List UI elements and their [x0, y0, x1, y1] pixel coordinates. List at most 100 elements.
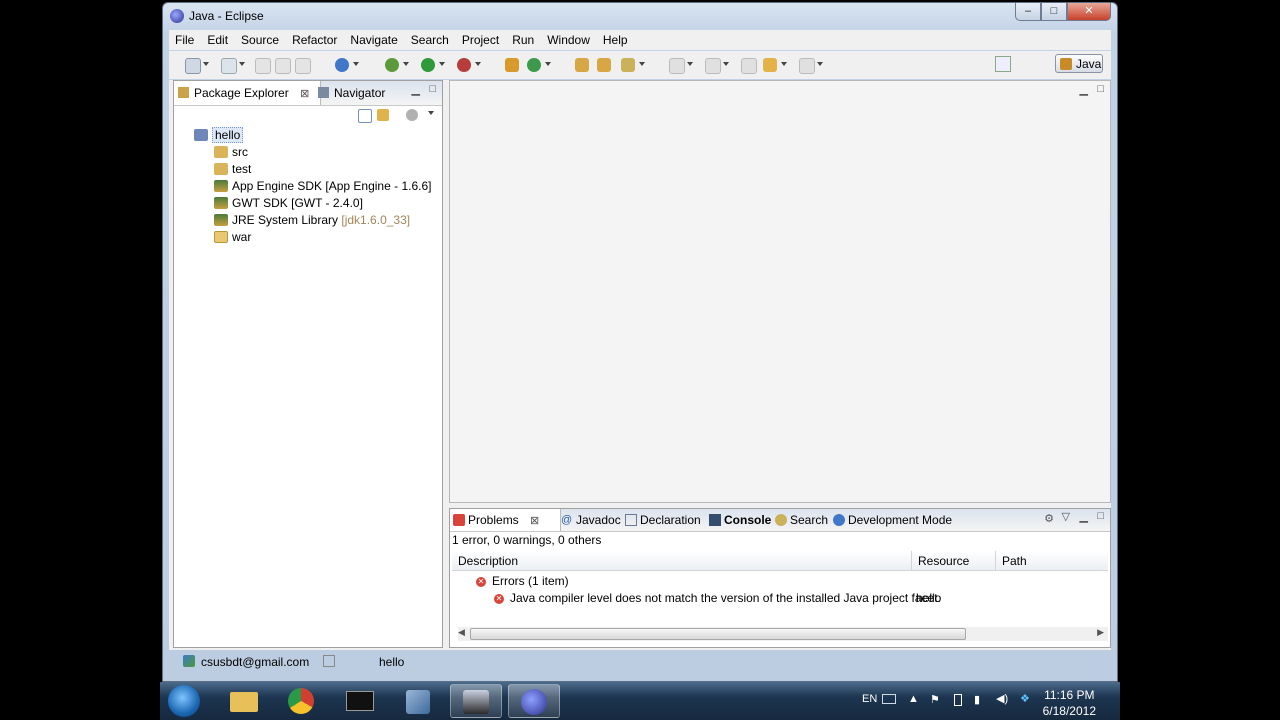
- search-tool-icon[interactable]: [621, 58, 635, 72]
- tree-item-war[interactable]: war: [214, 229, 251, 246]
- open-perspective-icon[interactable]: [995, 56, 1011, 72]
- save-icon[interactable]: [255, 58, 271, 74]
- new-dropdown-icon[interactable]: [203, 62, 209, 66]
- tab-package-explorer[interactable]: Package Explorer ⊠: [174, 81, 321, 105]
- last-edit-icon[interactable]: [741, 58, 757, 74]
- close-tab-icon[interactable]: ⊠: [530, 515, 539, 527]
- menu-help[interactable]: Help: [597, 30, 635, 50]
- scroll-right-icon[interactable]: ▶: [1097, 627, 1104, 638]
- annotation-prev-icon[interactable]: [705, 58, 721, 74]
- debug-icon[interactable]: [385, 58, 399, 72]
- java-perspective-button[interactable]: Java: [1055, 54, 1103, 73]
- title-bar[interactable]: Java - Eclipse – □ ✕: [163, 3, 1117, 29]
- run-dropdown-icon[interactable]: [439, 62, 445, 66]
- start-button[interactable]: [168, 685, 200, 717]
- forward-icon[interactable]: [799, 58, 815, 74]
- view-menu-icon[interactable]: [428, 111, 434, 115]
- menu-window[interactable]: Window: [541, 30, 597, 50]
- keyboard-icon[interactable]: [882, 694, 896, 704]
- maximize-button[interactable]: □: [1041, 3, 1067, 21]
- errors-group-row[interactable]: ✕ Errors (1 item): [476, 573, 569, 590]
- link-with-editor-icon[interactable]: [377, 109, 389, 121]
- annotation-prev-dropdown-icon[interactable]: [723, 62, 729, 66]
- column-path[interactable]: Path: [996, 551, 1108, 571]
- chrome-taskbar-button[interactable]: [276, 684, 328, 718]
- tree-item-jre-library[interactable]: JRE System Library [jdk1.6.0_33]: [214, 212, 410, 229]
- tree-item-test[interactable]: test: [214, 161, 251, 178]
- menu-run[interactable]: Run: [506, 30, 541, 50]
- volume-icon[interactable]: ◀): [996, 692, 1008, 705]
- new-window-icon[interactable]: [221, 58, 237, 74]
- new-java-project-icon[interactable]: [505, 58, 519, 72]
- new-icon[interactable]: [185, 58, 201, 74]
- view-options-icon[interactable]: ⚙: [1044, 512, 1054, 525]
- maximize-view-icon[interactable]: □: [1097, 510, 1104, 522]
- minimize-editor-icon[interactable]: ▁: [1080, 83, 1088, 96]
- eclipse-taskbar-button[interactable]: [508, 684, 560, 718]
- menu-project[interactable]: Project: [456, 30, 506, 50]
- menu-navigate[interactable]: Navigate: [344, 30, 404, 50]
- external-tools-dropdown-icon[interactable]: [475, 62, 481, 66]
- collapse-all-icon[interactable]: [358, 109, 372, 123]
- column-description[interactable]: Description: [452, 551, 912, 571]
- run-icon[interactable]: [421, 58, 435, 72]
- tab-declaration[interactable]: Declaration: [622, 509, 701, 531]
- tree-item-app-engine-sdk[interactable]: App Engine SDK [App Engine - 1.6.6]: [214, 178, 431, 195]
- error-row[interactable]: ✕ Java compiler level does not match the …: [494, 590, 941, 607]
- back-dropdown-icon[interactable]: [781, 62, 787, 66]
- open-type-icon[interactable]: [575, 58, 589, 72]
- tree-item-gwt-sdk[interactable]: GWT SDK [GWT - 2.4.0]: [214, 195, 363, 212]
- debug-dropdown-icon[interactable]: [403, 62, 409, 66]
- tab-development-mode[interactable]: Development Mode: [830, 509, 952, 531]
- minimize-view-icon[interactable]: ▁: [1080, 510, 1088, 523]
- cmd-taskbar-button[interactable]: [334, 684, 386, 718]
- menu-edit[interactable]: Edit: [201, 30, 235, 50]
- column-resource[interactable]: Resource: [912, 551, 996, 571]
- maximize-view-icon[interactable]: □: [429, 83, 436, 95]
- tab-javadoc[interactable]: @ Javadoc: [558, 509, 621, 531]
- tree-item-src[interactable]: src: [214, 144, 248, 161]
- menu-refactor[interactable]: Refactor: [286, 30, 344, 50]
- tab-console[interactable]: Console: [706, 509, 771, 531]
- annotation-next-dropdown-icon[interactable]: [687, 62, 693, 66]
- google-account-icon[interactable]: [183, 655, 195, 667]
- battery-icon[interactable]: [954, 694, 962, 706]
- new-class-dropdown-icon[interactable]: [545, 62, 551, 66]
- tab-navigator[interactable]: Navigator: [314, 81, 385, 105]
- new-window-dropdown-icon[interactable]: [239, 62, 245, 66]
- annotation-next-icon[interactable]: [669, 58, 685, 74]
- forward-dropdown-icon[interactable]: [817, 62, 823, 66]
- network-signal-icon[interactable]: ▮: [974, 693, 980, 706]
- open-task-icon[interactable]: [597, 58, 611, 72]
- maximize-editor-icon[interactable]: □: [1097, 83, 1104, 95]
- close-tab-icon[interactable]: ⊠: [300, 88, 309, 100]
- menu-file[interactable]: File: [169, 30, 201, 50]
- print-icon[interactable]: [295, 58, 311, 74]
- minimize-button[interactable]: –: [1015, 3, 1041, 21]
- view-menu-icon[interactable]: ▽: [1062, 510, 1070, 523]
- dropbox-icon[interactable]: ❖: [1020, 692, 1030, 705]
- horizontal-scrollbar[interactable]: ◀ ▶: [458, 627, 1108, 641]
- tree-item-project[interactable]: hello: [194, 127, 244, 144]
- close-button[interactable]: ✕: [1067, 3, 1111, 21]
- minimize-view-icon[interactable]: ▁: [412, 83, 420, 96]
- scroll-thumb[interactable]: [470, 628, 966, 640]
- action-center-flag-icon[interactable]: ⚑: [930, 693, 940, 706]
- explorer-taskbar-button[interactable]: [218, 684, 270, 718]
- show-hidden-icons-icon[interactable]: ▲: [908, 693, 919, 705]
- google-services-icon[interactable]: [335, 58, 349, 72]
- fast-view-icon[interactable]: [323, 655, 335, 667]
- google-dropdown-icon[interactable]: [353, 62, 359, 66]
- search-dropdown-icon[interactable]: [639, 62, 645, 66]
- clock[interactable]: 11:16 PM 6/18/2012: [1043, 687, 1096, 719]
- back-icon[interactable]: [763, 58, 777, 72]
- language-indicator[interactable]: EN: [862, 693, 877, 705]
- tab-search[interactable]: Search: [772, 509, 828, 531]
- menu-source[interactable]: Source: [235, 30, 286, 50]
- app-taskbar-button[interactable]: [450, 684, 502, 718]
- view-options-icon[interactable]: [406, 109, 418, 121]
- save-all-icon[interactable]: [275, 58, 291, 74]
- tab-problems[interactable]: Problems ⊠: [450, 509, 561, 531]
- menu-search[interactable]: Search: [405, 30, 456, 50]
- account-email[interactable]: csusbdt@gmail.com: [201, 655, 309, 669]
